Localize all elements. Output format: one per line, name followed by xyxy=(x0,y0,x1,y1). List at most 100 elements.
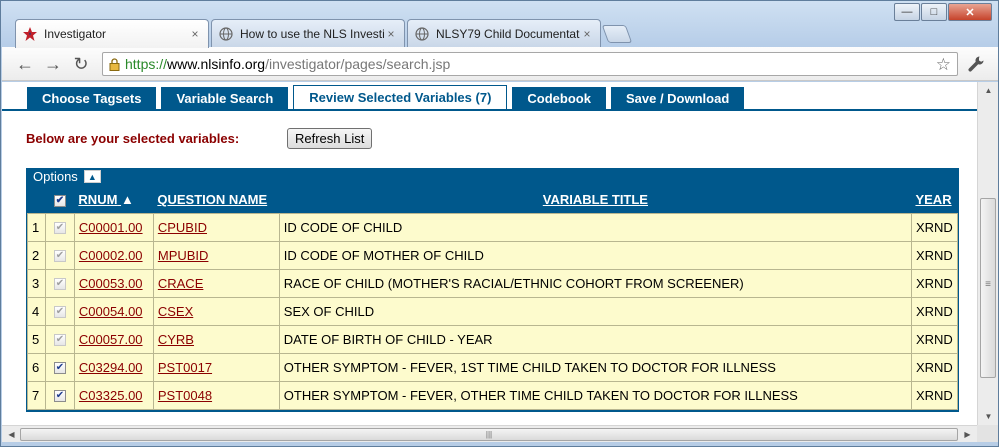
tab-label: How to use the NLS Investig xyxy=(240,26,384,41)
tab-close-icon[interactable]: × xyxy=(384,27,398,41)
row-number: 3 xyxy=(27,268,46,298)
row-checkbox[interactable]: ✔ xyxy=(53,362,66,375)
year-cell: XRND xyxy=(910,268,959,298)
sort-ascending-icon: ▲ xyxy=(121,192,134,208)
horizontal-scrollbar[interactable]: ◀ ||| ▶ xyxy=(2,425,977,442)
variables-grid: Options ▲ ✔ RNUM ▲ QUESTION NAME VARIABL… xyxy=(26,168,959,412)
row-checkbox: ✔ xyxy=(53,250,66,263)
question-name-link[interactable]: CSEX xyxy=(158,304,193,319)
tab-codebook[interactable]: Codebook xyxy=(512,87,606,109)
wrench-icon[interactable] xyxy=(964,53,988,75)
rnum-link[interactable]: C03325.00 xyxy=(79,388,143,403)
question-name-cell: CSEX xyxy=(152,296,280,326)
tab-close-icon[interactable]: × xyxy=(580,27,594,41)
close-window-button[interactable]: ✕ xyxy=(948,3,992,21)
row-number: 7 xyxy=(27,380,46,410)
tab-review-selected-variables[interactable]: Review Selected Variables (7) xyxy=(293,85,508,109)
address-bar[interactable]: https://www.nlsinfo.org/investigator/pag… xyxy=(102,52,958,76)
row-select-cell: ✔ xyxy=(44,296,75,326)
rnum-column-header[interactable]: RNUM ▲ xyxy=(74,187,153,213)
question-name-column-header[interactable]: QUESTION NAME xyxy=(153,187,279,213)
rnum-link[interactable]: C00001.00 xyxy=(79,220,143,235)
rnum-link[interactable]: C00057.00 xyxy=(79,332,143,347)
minimize-button[interactable]: — xyxy=(894,3,920,21)
variable-title-cell: OTHER SYMPTOM - FEVER, OTHER TIME CHILD … xyxy=(278,380,912,410)
table-row: 1 ✔ C00001.00 CPUBID ID CODE OF CHILD XRND xyxy=(27,212,959,242)
row-select-cell: ✔ xyxy=(44,380,75,410)
row-select-cell: ✔ xyxy=(44,352,75,382)
tab-label: Investigator xyxy=(44,27,107,41)
new-tab-button[interactable] xyxy=(601,25,633,43)
refresh-list-button[interactable]: Refresh List xyxy=(287,128,373,149)
row-number: 5 xyxy=(27,324,46,354)
rnum-link[interactable]: C03294.00 xyxy=(79,360,143,375)
reload-icon[interactable]: ↻ xyxy=(70,53,92,75)
question-name-link[interactable]: MPUBID xyxy=(158,248,209,263)
title-bar: Investigator × How to use the NLS Invest… xyxy=(1,1,998,48)
year-column-header[interactable]: YEAR xyxy=(911,187,957,213)
question-name-cell: CYRB xyxy=(152,324,280,354)
options-toggle[interactable]: Options ▲ xyxy=(33,169,101,184)
question-name-cell: CPUBID xyxy=(152,212,280,242)
question-name-cell: MPUBID xyxy=(152,240,280,270)
question-name-link[interactable]: PST0017 xyxy=(158,360,212,375)
variables-table: ✔ RNUM ▲ QUESTION NAME VARIABLE TITLE YE… xyxy=(27,187,959,410)
row-number: 4 xyxy=(27,296,46,326)
year-cell: XRND xyxy=(910,352,959,382)
row-number-header xyxy=(28,187,46,213)
question-name-link[interactable]: CPUBID xyxy=(158,220,207,235)
browser-tab-nlsy79-child[interactable]: NLSY79 Child Documentati × xyxy=(407,19,601,47)
scroll-right-arrow-icon[interactable]: ▶ xyxy=(958,426,977,443)
variable-title-cell: ID CODE OF MOTHER OF CHILD xyxy=(278,240,912,270)
row-number: 2 xyxy=(27,240,46,270)
row-select-cell: ✔ xyxy=(44,240,75,270)
row-checkbox[interactable]: ✔ xyxy=(53,390,66,403)
globe-icon xyxy=(414,26,430,42)
year-cell: XRND xyxy=(910,212,959,242)
collapse-options-icon[interactable]: ▲ xyxy=(83,170,101,183)
page-content: Choose Tagsets Variable Search Review Se… xyxy=(2,82,977,425)
bookmark-star-icon[interactable]: ☆ xyxy=(936,55,951,75)
scroll-up-arrow-icon[interactable]: ▲ xyxy=(979,82,998,99)
variable-title-cell: RACE OF CHILD (MOTHER'S RACIAL/ETHNIC CO… xyxy=(278,268,912,298)
forward-arrow-icon[interactable]: → xyxy=(42,53,64,75)
back-arrow-icon[interactable]: ← xyxy=(14,53,36,75)
rnum-cell: C00054.00 xyxy=(73,296,154,326)
browser-tab-investigator[interactable]: Investigator × xyxy=(15,19,209,48)
browser-toolbar: ← → ↻ https://www.nlsinfo.org/investigat… xyxy=(2,47,998,81)
horizontal-scroll-thumb[interactable]: ||| xyxy=(20,428,958,441)
rnum-link[interactable]: C00002.00 xyxy=(79,248,143,263)
question-name-cell: CRACE xyxy=(152,268,280,298)
tab-save-download[interactable]: Save / Download xyxy=(610,87,745,109)
row-number: 1 xyxy=(27,212,46,242)
table-row: 7 ✔ C03325.00 PST0048 OTHER SYMPTOM - FEVER,… xyxy=(27,380,959,410)
question-name-link[interactable]: CYRB xyxy=(158,332,194,347)
question-name-link[interactable]: CRACE xyxy=(158,276,204,291)
tab-underline xyxy=(2,109,977,111)
scroll-left-arrow-icon[interactable]: ◀ xyxy=(2,426,21,443)
vertical-scrollbar[interactable]: ▲ ≡ ▼ xyxy=(977,82,998,425)
select-all-checkbox[interactable]: ✔ xyxy=(53,194,66,207)
question-name-link[interactable]: PST0048 xyxy=(158,388,212,403)
scroll-down-arrow-icon[interactable]: ▼ xyxy=(979,408,998,425)
tab-label: NLSY79 Child Documentati xyxy=(436,26,580,41)
year-cell: XRND xyxy=(910,380,959,410)
rnum-link[interactable]: C00054.00 xyxy=(79,304,143,319)
tab-variable-search[interactable]: Variable Search xyxy=(161,87,289,109)
variable-title-cell: ID CODE OF CHILD xyxy=(278,212,912,242)
rnum-cell: C03294.00 xyxy=(73,352,154,382)
browser-tab-how-to-use[interactable]: How to use the NLS Investig × xyxy=(211,19,405,47)
url-scheme: https:// xyxy=(125,56,168,72)
vertical-scroll-thumb[interactable]: ≡ xyxy=(980,198,996,378)
maximize-button[interactable]: □ xyxy=(921,3,947,21)
row-checkbox: ✔ xyxy=(53,334,66,347)
year-cell: XRND xyxy=(910,240,959,270)
tab-choose-tagsets[interactable]: Choose Tagsets xyxy=(27,87,157,109)
variable-title-cell: DATE OF BIRTH OF CHILD - YEAR xyxy=(278,324,912,354)
year-cell: XRND xyxy=(910,324,959,354)
table-row: 4 ✔ C00054.00 CSEX SEX OF CHILD XRND xyxy=(27,296,959,326)
rnum-link[interactable]: C00053.00 xyxy=(79,276,143,291)
tab-close-icon[interactable]: × xyxy=(188,27,202,41)
selected-variables-heading: Below are your selected variables: xyxy=(26,131,240,146)
variable-title-column-header[interactable]: VARIABLE TITLE xyxy=(279,187,911,213)
